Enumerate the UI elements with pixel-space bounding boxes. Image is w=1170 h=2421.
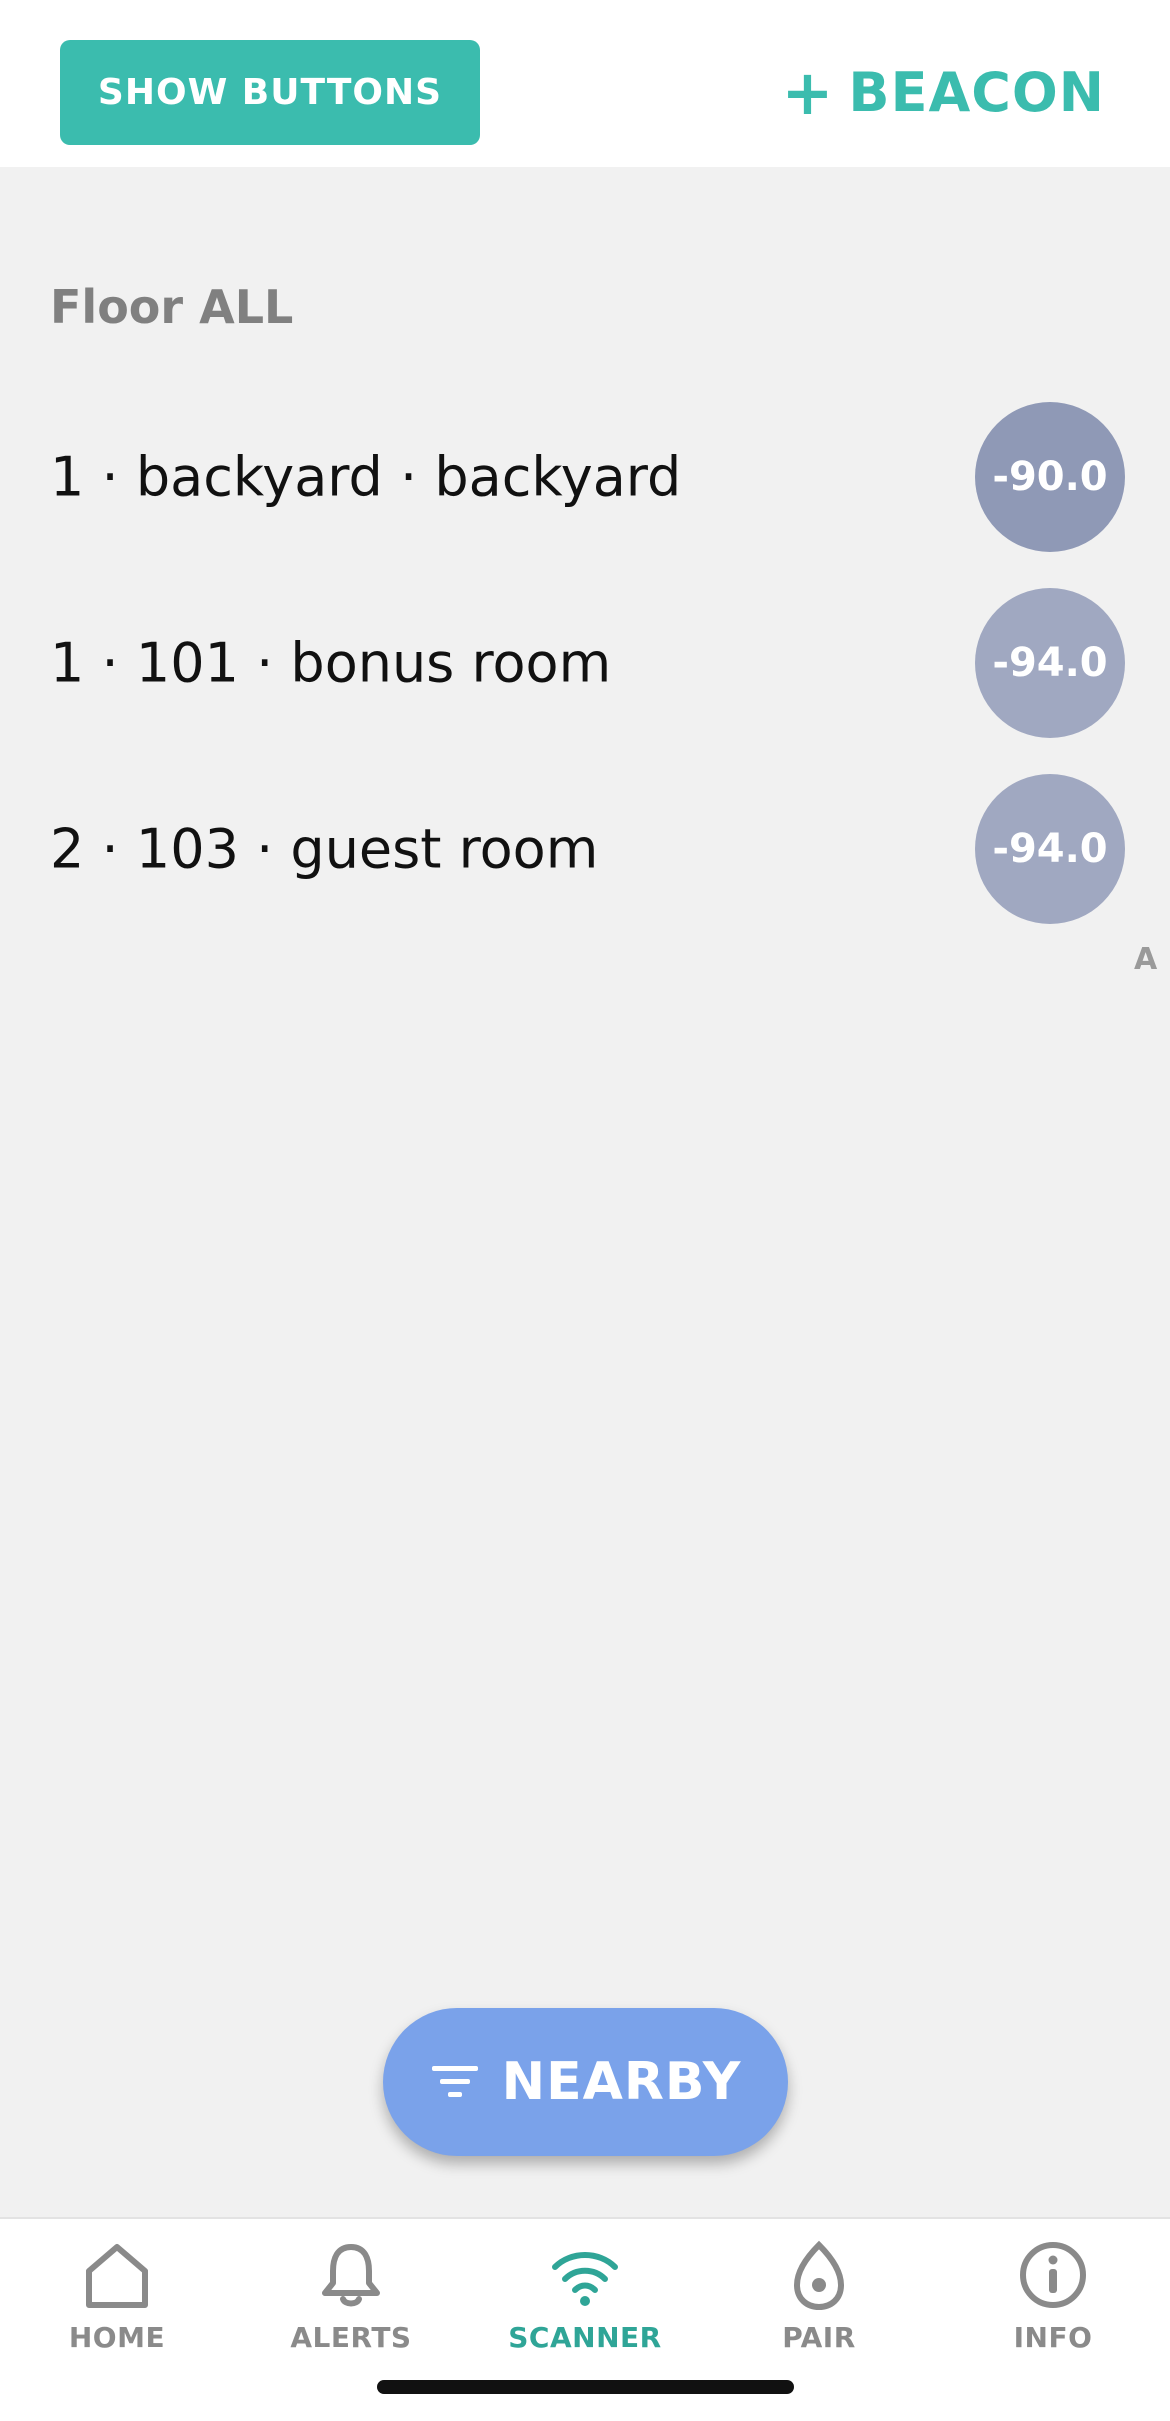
top-bar: SHOW BUTTONS + BEACON — [0, 0, 1170, 167]
beacon-row[interactable]: 1 · 101 · bonus room -94.0 — [0, 583, 1170, 743]
add-beacon-button[interactable]: + BEACON — [781, 50, 1105, 135]
home-icon — [86, 2244, 148, 2308]
rssi-badge: -90.0 — [975, 402, 1125, 552]
nav-info[interactable]: INFO — [953, 2239, 1153, 2369]
nav-pair[interactable]: PAIR — [719, 2239, 919, 2369]
section-index-letter[interactable]: A — [1134, 942, 1157, 977]
nearby-label: NEARBY — [501, 2052, 742, 2112]
wifi-icon — [552, 2252, 618, 2306]
beacon-row[interactable]: 2 · 103 · guest room -94.0 — [0, 769, 1170, 929]
beacon-label: 1 · 101 · bonus room — [50, 631, 612, 695]
rssi-badge: -94.0 — [975, 774, 1125, 924]
bell-icon — [322, 2244, 380, 2307]
floor-title: Floor ALL — [50, 280, 294, 334]
nav-home-label: HOME — [68, 2321, 166, 2354]
nav-alerts[interactable]: ALERTS — [251, 2239, 451, 2369]
nav-home[interactable]: HOME — [17, 2239, 217, 2369]
info-icon — [1020, 2242, 1086, 2308]
egg-icon — [793, 2240, 845, 2311]
show-buttons-label: SHOW BUTTONS — [97, 72, 443, 113]
nav-scanner[interactable]: SCANNER — [485, 2239, 685, 2369]
nav-pair-label: PAIR — [782, 2321, 856, 2354]
rssi-badge: -94.0 — [975, 588, 1125, 738]
filter-icon — [431, 2066, 478, 2097]
beacon-label: 2 · 103 · guest room — [50, 817, 599, 881]
add-beacon-label: BEACON — [848, 61, 1105, 124]
home-indicator — [377, 2380, 794, 2394]
nav-info-label: INFO — [1013, 2321, 1093, 2354]
show-buttons-button[interactable]: SHOW BUTTONS — [60, 40, 480, 145]
beacon-label: 1 · backyard · backyard — [50, 445, 682, 509]
beacon-row[interactable]: 1 · backyard · backyard -90.0 — [0, 397, 1170, 557]
nearby-filter-button[interactable]: NEARBY — [383, 2008, 788, 2156]
plus-icon: + — [781, 55, 835, 129]
nav-alerts-label: ALERTS — [290, 2321, 412, 2354]
nav-scanner-label: SCANNER — [508, 2321, 662, 2354]
